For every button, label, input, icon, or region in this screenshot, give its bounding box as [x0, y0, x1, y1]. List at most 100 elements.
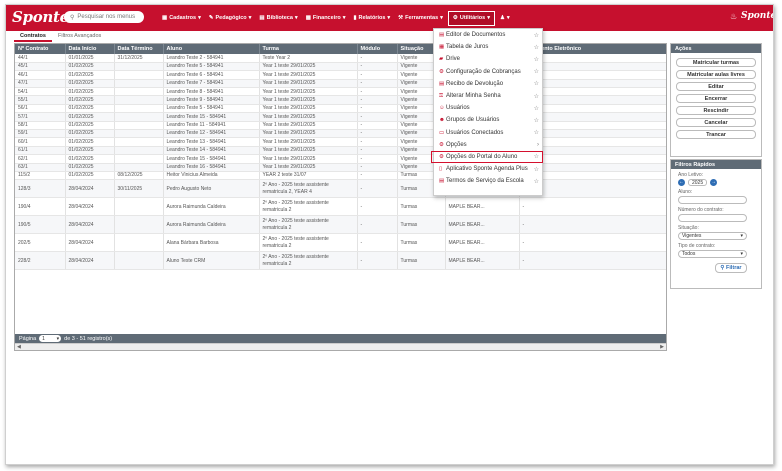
table-cell	[114, 121, 164, 131]
menu-item[interactable]: ▯ Aplicativo Sponte Agenda Plus ☆	[434, 163, 542, 175]
filter-button[interactable]: ⚲ Filtrar	[715, 263, 747, 273]
page-value: 1	[42, 335, 45, 342]
column-header[interactable]: Módulo	[357, 44, 398, 54]
star-icon[interactable]: ☆	[534, 166, 539, 173]
tipo-select[interactable]: Todos ▾	[678, 250, 747, 258]
menu-item[interactable]: ⚿ Alterar Minha Senha ☆	[434, 90, 542, 102]
table-row[interactable]: 128/3 28/04/2024 30/11/2025 Pedro Augusto N…	[15, 179, 666, 199]
filter-label: Filtrar	[725, 265, 742, 271]
star-icon[interactable]: ☆	[534, 32, 539, 39]
table-row[interactable]: 54/1 01/02/2025 Leandro Teste 8 - 584941 Ye…	[15, 87, 666, 97]
star-icon[interactable]: ☆	[534, 68, 539, 75]
column-header[interactable]: Aluno	[163, 44, 260, 54]
table-row[interactable]: 57/1 01/02/2025 Leandro Teste 15 - 584941 Y…	[15, 112, 666, 122]
table-row[interactable]: 60/1 01/02/2025 Leandro Teste 13 - 584941 Y…	[15, 137, 666, 147]
table-row[interactable]: 190/5 28/04/2024 Aurora Raimunda Caldeira 2…	[15, 215, 666, 235]
scroll-left-icon[interactable]: ◀	[17, 344, 21, 350]
menu-item[interactable]: ▰ Drive ☆	[434, 53, 542, 65]
table-cell: -	[357, 95, 398, 105]
action-button[interactable]: Cancelar	[676, 118, 756, 127]
action-button[interactable]: Rescindir	[676, 106, 756, 115]
menu-item[interactable]: ⚙ Opções ›	[434, 139, 542, 151]
action-button[interactable]: Encerrar	[676, 94, 756, 103]
table-cell: -	[357, 129, 398, 139]
table-cell: -	[357, 112, 398, 122]
star-icon[interactable]: ☆	[534, 117, 539, 124]
star-icon[interactable]: ☆	[534, 80, 539, 87]
star-icon[interactable]: ☆	[534, 105, 539, 112]
table-row[interactable]: 44/1 01/01/2025 31/12/2025 Leandro Teste 2 …	[15, 54, 666, 63]
next-year-icon[interactable]: →	[710, 179, 718, 186]
action-button[interactable]: Matricular turmas	[676, 58, 756, 67]
menu-item[interactable]: ☺ Usuários ☆	[434, 102, 542, 114]
menu-item[interactable]: ⚙ Configuração de Cobranças ☆	[434, 66, 542, 78]
menu-item-label: Recibo de Devolução	[446, 80, 504, 87]
menu-item[interactable]: ⚙ Opções do Portal do Aluno ☆	[431, 150, 543, 164]
nav-financeiro[interactable]: ▩ Financeiro ▾	[302, 5, 350, 31]
star-icon[interactable]: ☆	[534, 93, 539, 100]
table-row[interactable]: 56/1 01/02/2025 Leandro Teste 5 - 584941 Ye…	[15, 104, 666, 114]
table-cell: 28/04/2024	[65, 179, 115, 199]
scroll-right-icon[interactable]: ▶	[660, 344, 664, 350]
star-icon[interactable]: ☆	[534, 44, 539, 51]
menu-item[interactable]: ▤ Recibo de Devolução ☆	[434, 78, 542, 90]
table-cell: 01/02/2025	[65, 146, 115, 156]
table-row[interactable]: 63/1 01/02/2025 Leandro Teste 16 - 584941 Y…	[15, 163, 666, 172]
action-button[interactable]: Editar	[676, 82, 756, 91]
menu-item[interactable]: ▤ Termos de Serviço da Escola ☆	[434, 175, 542, 187]
table-cell: -	[357, 137, 398, 147]
nav-relatorios[interactable]: ▮ Relatórios ▾	[349, 5, 394, 31]
nav-utilitarios[interactable]: ⚙ Utilitários ▾	[447, 10, 495, 26]
horizontal-scrollbar[interactable]: ◀ ▶	[15, 343, 666, 350]
table-row[interactable]: 55/1 01/02/2025 Leandro Teste 9 - 584941 Ye…	[15, 95, 666, 105]
menu-item[interactable]: ▭ Usuários Conectados ☆	[434, 127, 542, 139]
table-row[interactable]: 46/1 01/02/2025 Leandro Teste 6 - 584941 Ye…	[15, 70, 666, 80]
menu-item[interactable]: ▤ Editor de Documentos ☆	[434, 29, 542, 41]
nav-cadastros[interactable]: ▦ Cadastros ▾	[158, 5, 205, 31]
table-cell: Leandro Teste 15 - 584941	[163, 154, 260, 164]
column-header[interactable]: Turma	[259, 44, 358, 54]
menu-item-label: Grupos de Usuários	[446, 117, 500, 124]
prev-year-icon[interactable]: ←	[678, 179, 685, 186]
table-row[interactable]: 47/1 01/02/2025 Leandro Teste 7 - 584941 Ye…	[15, 79, 666, 89]
table-row[interactable]: 202/5 28/04/2024 Alana Bárbara Barbosa 2º A…	[15, 233, 666, 253]
table-cell: 63/1	[15, 163, 66, 172]
table-row[interactable]: 58/1 01/02/2025 Leandro Teste 11 - 584941 Y…	[15, 121, 666, 131]
table-cell: -	[357, 233, 398, 253]
tab-filtros-avancados[interactable]: Filtros Avançados	[52, 32, 107, 42]
column-header[interactable]: Nº Contrato	[15, 44, 66, 54]
menu-item[interactable]: ▦ Tabela de Juros ☆	[434, 41, 542, 53]
column-header[interactable]: Data Início	[65, 44, 115, 54]
table-row[interactable]: 190/4 28/04/2024 Aurora Raimunda Caldeira 2…	[15, 197, 666, 217]
contrato-input[interactable]	[678, 214, 747, 222]
book-icon: ▤	[259, 15, 265, 21]
chevron-right-icon[interactable]: ›	[537, 142, 539, 148]
tab-contratos[interactable]: Contratos	[14, 32, 52, 42]
action-button[interactable]: Matricular aulas livres	[676, 70, 756, 79]
table-row[interactable]: 62/1 01/02/2025 Leandro Teste 15 - 584941 Y…	[15, 154, 666, 164]
table-row[interactable]: 115/2 01/02/2025 08/12/2025 Heitor Vinicius…	[15, 171, 666, 181]
situacao-select[interactable]: Vigentes ▾	[678, 232, 747, 240]
table-cell	[114, 154, 164, 164]
table-cell: 28/04/2024	[65, 251, 115, 271]
nav-pedagogico[interactable]: ✎ Pedagógico ▾	[205, 5, 256, 31]
star-icon[interactable]: ☆	[534, 153, 539, 160]
action-button[interactable]: Trancar	[676, 130, 756, 139]
page-select[interactable]: 1 ▾	[39, 335, 62, 342]
logo[interactable]: Sponte	[12, 8, 69, 26]
column-header[interactable]: Data Término	[114, 44, 164, 54]
menu-item[interactable]: ☻ Grupos de Usuários ☆	[434, 114, 542, 126]
table-row[interactable]: 61/1 01/02/2025 Leandro Teste 14 - 584941 Y…	[15, 146, 666, 156]
star-icon[interactable]: ☆	[534, 56, 539, 63]
search-input[interactable]: ⚲ Pesquisar nos menus	[64, 11, 144, 23]
bell-icon[interactable]: ♨	[730, 12, 737, 21]
table-cell: 115/2	[15, 171, 66, 181]
star-icon[interactable]: ☆	[534, 129, 539, 136]
table-row[interactable]: 45/1 01/02/2025 Leandro Teste 5 - 584941 Ye…	[15, 62, 666, 72]
aluno-input[interactable]	[678, 196, 747, 204]
nav-biblioteca[interactable]: ▤ Biblioteca ▾	[255, 5, 301, 31]
actions-panel: Ações Matricular turmas Matricular aulas …	[670, 43, 762, 157]
star-icon[interactable]: ☆	[534, 178, 539, 185]
table-row[interactable]: 228/2 28/04/2024 Aluno Teste CRM 2º Ano - 2…	[15, 251, 666, 271]
table-row[interactable]: 59/1 01/02/2025 Leandro Teste 12 - 584941 Y…	[15, 129, 666, 139]
